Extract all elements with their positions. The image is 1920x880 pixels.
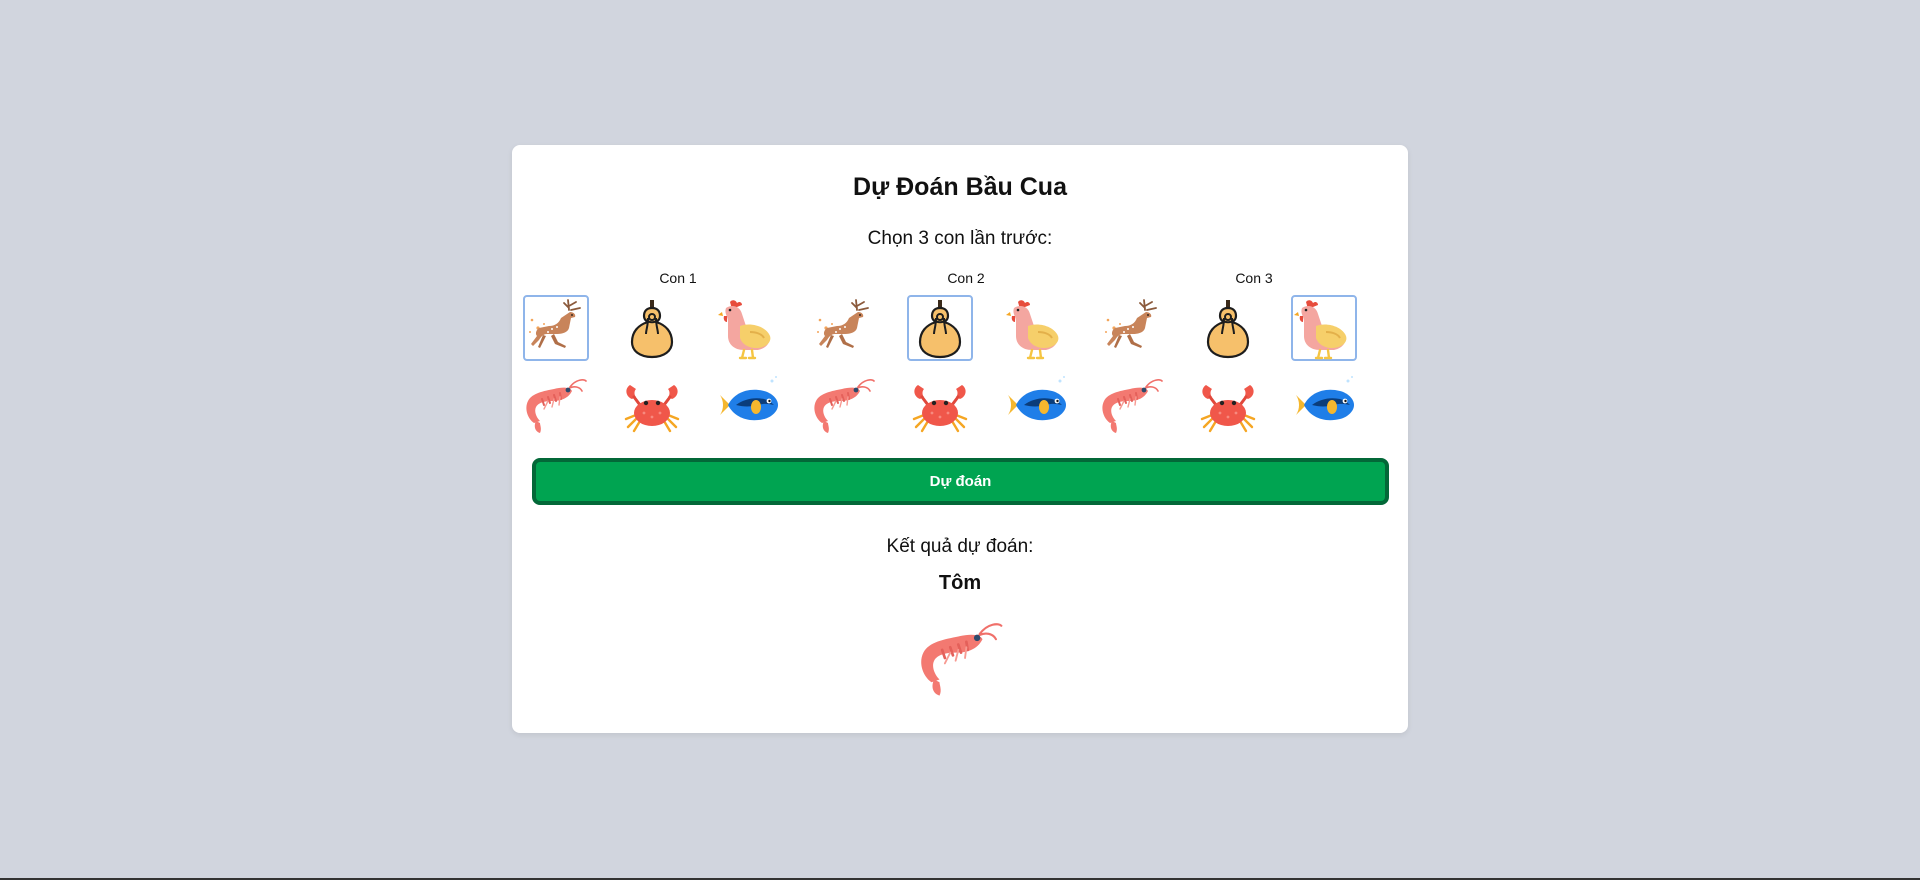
animal-option-nai[interactable] (811, 295, 877, 361)
selection-instruction: Chọn 3 con lần trước: (867, 228, 1053, 249)
fish-icon (1004, 373, 1068, 437)
animal-option-cua[interactable] (907, 372, 973, 438)
animal-option-nai[interactable] (523, 295, 589, 361)
animal-option-bau[interactable] (907, 295, 973, 361)
page-title: Dự Đoán Bầu Cua (853, 173, 1067, 201)
animal-option-cua[interactable] (619, 372, 685, 438)
shrimp-icon (1100, 373, 1164, 437)
group-con-1: Con 1 (523, 269, 822, 459)
animal-option-tom[interactable] (1099, 372, 1165, 438)
animal-selection-groups: Con 1 Con 2 Con 3 (523, 269, 1398, 459)
animal-option-ga[interactable] (1003, 295, 1069, 361)
animal-option-tom[interactable] (811, 372, 877, 438)
animal-option-ga[interactable] (715, 295, 781, 361)
rooster-icon (1004, 296, 1068, 360)
shrimp-icon (812, 373, 876, 437)
animal-option-ca[interactable] (1003, 372, 1069, 438)
prediction-card: Dự Đoán Bầu Cua Chọn 3 con lần trước: Co… (512, 145, 1408, 733)
animal-option-cua[interactable] (1195, 372, 1261, 438)
rooster-icon (1292, 296, 1356, 360)
shrimp-icon (524, 373, 588, 437)
deer-icon (1100, 296, 1164, 360)
shrimp-icon (909, 615, 1013, 701)
animal-option-bau[interactable] (619, 295, 685, 361)
result-label: Kết quả dự đoán: (886, 536, 1034, 557)
deer-icon (524, 296, 588, 360)
deer-icon (812, 296, 876, 360)
group-con-2: Con 2 (814, 269, 1110, 459)
animal-option-nai[interactable] (1099, 295, 1165, 361)
crab-icon (620, 373, 684, 437)
fish-icon (1292, 373, 1356, 437)
predict-button[interactable]: Dự đoán (532, 458, 1389, 505)
gourd-icon (620, 296, 684, 360)
gourd-icon (908, 296, 972, 360)
crab-icon (1196, 373, 1260, 437)
group-label: Con 2 (947, 270, 985, 286)
result-name: Tôm (938, 572, 982, 594)
group-con-3: Con 3 (1102, 269, 1398, 459)
animal-option-ga[interactable] (1291, 295, 1357, 361)
group-label: Con 1 (659, 270, 697, 286)
fish-icon (716, 373, 780, 437)
crab-icon (908, 373, 972, 437)
rooster-icon (716, 296, 780, 360)
gourd-icon (1196, 296, 1260, 360)
animal-option-tom[interactable] (523, 372, 589, 438)
animal-option-ca[interactable] (715, 372, 781, 438)
animal-option-bau[interactable] (1195, 295, 1261, 361)
animal-option-ca[interactable] (1291, 372, 1357, 438)
group-label: Con 3 (1235, 270, 1273, 286)
